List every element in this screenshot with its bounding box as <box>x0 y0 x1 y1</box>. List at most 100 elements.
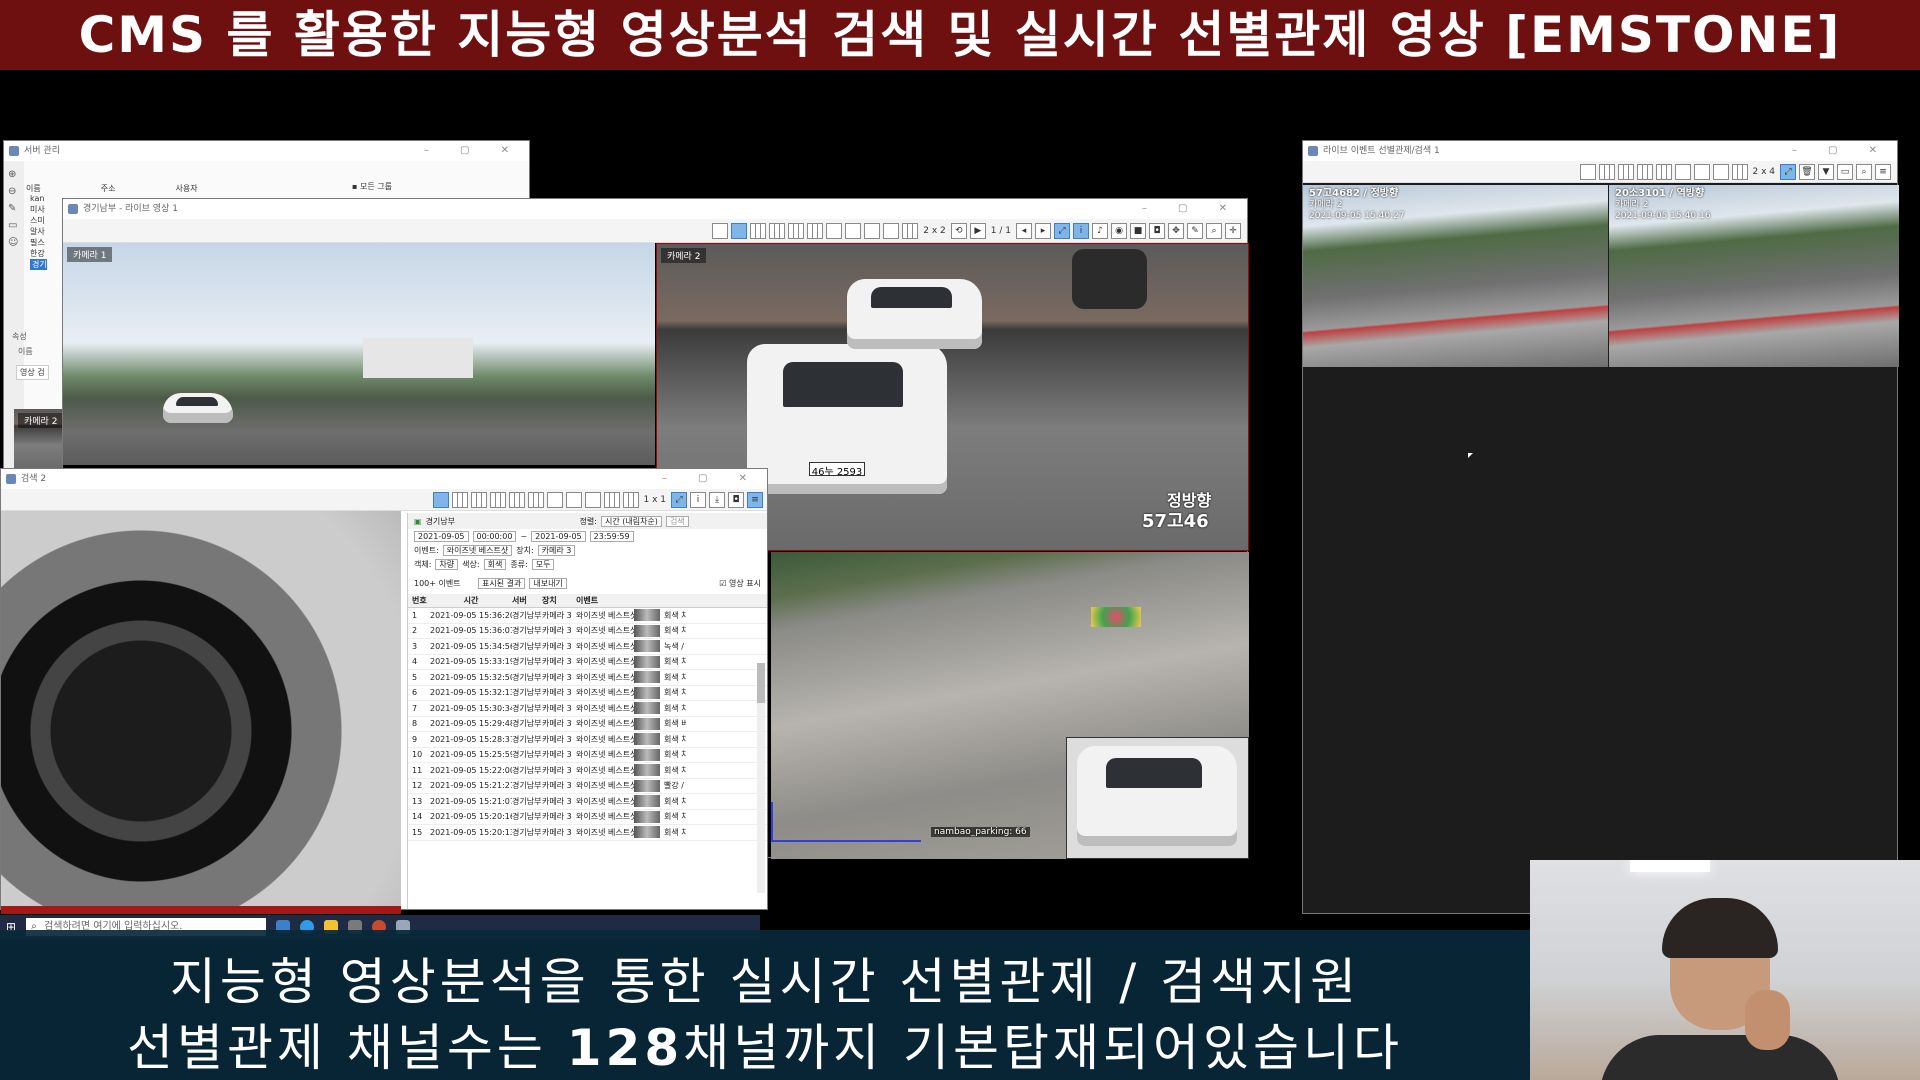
row-thumbnail[interactable] <box>634 671 660 684</box>
server-item-selected[interactable]: 경기 <box>30 259 47 270</box>
type-select[interactable]: 모두 <box>531 559 555 570</box>
row-thumbnail[interactable] <box>634 764 660 777</box>
layout-1x1-button[interactable] <box>712 222 729 239</box>
layout-custom-1-button[interactable] <box>1674 163 1691 180</box>
table-row[interactable]: 4 2021-09-05 15:33:19 경기남부 카메라 3 와이즈넷 베스트샷 회색… <box>408 655 767 670</box>
user-icon[interactable]: ☺ <box>8 234 20 251</box>
trash-icon[interactable]: 🗑 <box>1799 163 1815 180</box>
layout-4x4-button[interactable] <box>1636 163 1653 180</box>
window-controls[interactable]: – ▢ ✕ <box>1792 141 1891 161</box>
server-item[interactable]: kan <box>30 193 47 204</box>
layout-5x5-button[interactable] <box>788 222 805 239</box>
layout-custom-3-button[interactable] <box>864 222 881 239</box>
layout-3x3-button[interactable] <box>750 222 767 239</box>
table-row[interactable]: 9 2021-09-05 15:28:37 경기남부 카메라 3 와이즈넷 베스트샷 회색… <box>408 732 767 748</box>
event-tile-1[interactable]: 57고4682 / 정방향 카메라 2 2021-09-05 15:40:27 <box>1303 185 1608 367</box>
row-thumbnail[interactable] <box>634 826 660 839</box>
search-button[interactable]: 검색 <box>665 515 689 527</box>
layout-1x1-button[interactable] <box>432 491 449 508</box>
layout-custom-5-button[interactable] <box>902 222 919 239</box>
row-thumbnail[interactable] <box>634 655 660 668</box>
layout-custom-2-button[interactable] <box>845 222 862 239</box>
export-button[interactable]: 내보내기 <box>529 578 567 589</box>
rotate-icon[interactable]: ⟲ <box>950 222 967 239</box>
server-item[interactable]: 미사 <box>30 204 47 215</box>
list-icon[interactable]: ≡ <box>747 491 763 508</box>
event-tile-2[interactable]: 20소3101 / 역방향 카메라 2 2021-09-05 15:40:16 <box>1609 185 1899 367</box>
camera-tile-1[interactable]: 카메라 1 <box>63 243 655 465</box>
layout-1x1-button[interactable] <box>1579 163 1596 180</box>
microphone-icon[interactable]: ◉ <box>1111 222 1127 239</box>
table-row[interactable]: 14 2021-09-05 15:20:16 경기남부 카메라 3 와이즈넷 베스트샷 회… <box>408 810 767 825</box>
table-row[interactable]: 13 2021-09-05 15:21:07 경기남부 카메라 3 와이즈넷 베스트샷 회… <box>408 794 767 810</box>
layout-2x2-button[interactable] <box>1598 163 1615 180</box>
scrollbar-thumb[interactable] <box>757 663 765 703</box>
fullscreen-icon[interactable]: ⤢ <box>1054 222 1070 239</box>
header-number[interactable]: 번호 <box>408 595 430 606</box>
header-time[interactable]: 시간 <box>430 595 512 606</box>
snapshot-icon[interactable]: ◘ <box>728 491 744 508</box>
live-window-titlebar[interactable]: 경기남부 - 라이브 영상 1 – ▢ ✕ <box>63 199 1247 219</box>
server-item[interactable]: 스미 <box>30 215 47 226</box>
row-thumbnail[interactable] <box>634 717 660 730</box>
event-search-window[interactable]: 검색 2 – ▢ ✕ 1 x 1 ⤢ i ⤓ ◘ ≡ ▣ 경기남부 정렬: 시간… <box>0 468 768 914</box>
remove-icon[interactable]: ⊖ <box>8 183 20 200</box>
row-thumbnail[interactable] <box>634 810 660 823</box>
playback-timeline[interactable] <box>1 906 401 914</box>
shown-results-select[interactable]: 표시된 결과 <box>478 578 526 589</box>
filter-icon[interactable]: ▼ <box>1818 163 1834 180</box>
layout-custom-1-button[interactable] <box>546 491 563 508</box>
object-select[interactable]: 차량 <box>435 559 459 570</box>
row-thumbnail[interactable] <box>634 733 660 746</box>
layout-custom-2-button[interactable] <box>565 491 582 508</box>
table-row[interactable]: 2 2021-09-05 15:36:01 경기남부 카메라 3 와이즈넷 베스트샷 회색… <box>408 624 767 639</box>
row-thumbnail[interactable] <box>634 795 660 808</box>
snapshot-icon[interactable]: ◘ <box>1149 222 1165 239</box>
row-thumbnail[interactable] <box>634 748 660 761</box>
tools-icon[interactable]: ✎ <box>1187 222 1203 239</box>
download-icon[interactable]: ⤓ <box>709 491 725 508</box>
event-monitor-window[interactable]: 라이브 이벤트 선별관제/검색 1 – ▢ ✕ 2 x 4 ⤢ 🗑 ▼ ▭ ⌕ … <box>1302 140 1899 914</box>
ptz-icon[interactable]: ✥ <box>1168 222 1184 239</box>
date-from-field[interactable]: 2021-09-05 <box>414 531 469 542</box>
play-icon[interactable]: ▶ <box>969 222 986 239</box>
info-icon[interactable]: i <box>690 491 706 508</box>
table-row[interactable]: 10 2021-09-05 15:25:59 경기남부 카메라 3 와이즈넷 베스트샷 회… <box>408 748 767 763</box>
row-thumbnail[interactable] <box>634 609 660 622</box>
layout-3x3-button[interactable] <box>1617 163 1634 180</box>
time-to-field[interactable]: 23:59:59 <box>589 531 634 542</box>
layout-2x2-button[interactable] <box>451 491 468 508</box>
layout-custom-4-button[interactable] <box>1731 163 1748 180</box>
add-icon[interactable]: ⊕ <box>8 166 20 183</box>
next-page-icon[interactable]: ▸ <box>1035 222 1051 239</box>
table-row[interactable]: 6 2021-09-05 15:32:13 경기남부 카메라 3 와이즈넷 베스트샷 회색… <box>408 686 767 701</box>
layout-6x6-button[interactable] <box>527 491 544 508</box>
row-thumbnail[interactable] <box>634 640 660 653</box>
camera-tile-3[interactable]: nambao_parking: 66 <box>771 552 1249 859</box>
layout-3x3-button[interactable] <box>470 491 487 508</box>
layout-2x2-button[interactable] <box>731 222 748 239</box>
table-row[interactable]: 15 2021-09-05 15:20:13 경기남부 카메라 3 와이즈넷 베스트샷 회… <box>408 825 767 841</box>
layout-size-label[interactable]: 2 x 2 <box>921 226 948 236</box>
window-controls[interactable]: – ▢ ✕ <box>1142 199 1241 219</box>
fullscreen-icon[interactable]: ⤢ <box>1780 163 1796 180</box>
server-window-titlebar[interactable]: 서버 관리 – ▢ ✕ <box>4 141 529 161</box>
layout-custom-3-button[interactable] <box>584 491 601 508</box>
layout-6x6-button[interactable] <box>807 222 824 239</box>
date-to-field[interactable]: 2021-09-05 <box>531 531 586 542</box>
layout-custom-2-button[interactable] <box>1693 163 1710 180</box>
search-playback-view[interactable] <box>1 511 401 911</box>
video-search-item[interactable]: 영상 검 <box>16 365 49 380</box>
event-type-select[interactable]: 와이즈넷 베스트샷 <box>442 545 513 556</box>
show-video-checkbox[interactable]: ☑ 영상 표시 <box>719 578 761 589</box>
row-thumbnail[interactable] <box>634 702 660 715</box>
layout-5x5-button[interactable] <box>508 491 525 508</box>
table-row[interactable]: 12 2021-09-05 15:21:21 경기남부 카메라 3 와이즈넷 베스트샷 빨… <box>408 779 767 794</box>
list-icon[interactable]: ≡ <box>1875 163 1891 180</box>
table-row[interactable]: 1 2021-09-05 15:36:20 경기남부 카메라 3 와이즈넷 베스트샷 회색… <box>408 608 767 624</box>
layout-4x4-button[interactable] <box>769 222 786 239</box>
move-icon[interactable]: ✛ <box>1225 222 1241 239</box>
edit-icon[interactable]: ✎ <box>8 200 20 217</box>
layout-custom-4-button[interactable] <box>603 491 620 508</box>
server-item[interactable]: 한강 <box>30 248 47 259</box>
